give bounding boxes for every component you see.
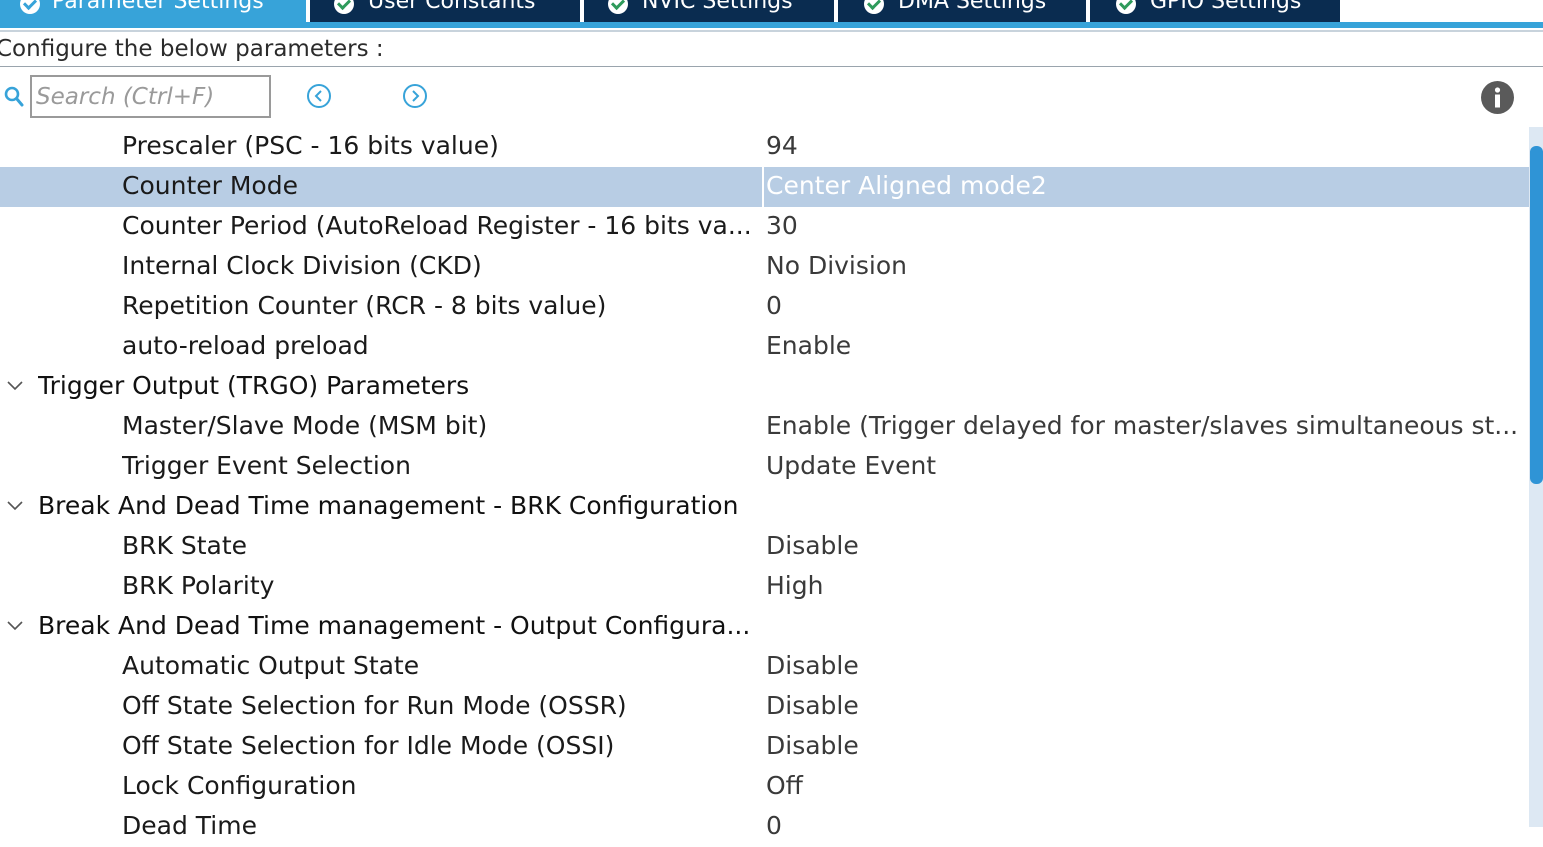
tab-dma-settings[interactable]: DMA Settings (838, 0, 1086, 22)
parameter-row[interactable]: Master/Slave Mode (MSM bit) Enable (Trigg… (0, 407, 1529, 447)
parameter-name: Off State Selection for Run Mode (OSSR) (122, 691, 627, 720)
parameter-name: BRK State (122, 531, 248, 560)
parameter-name: Counter Mode (122, 171, 298, 200)
check-circle-icon (334, 0, 354, 14)
tab-strip: Parameter Settings User Constants NVIC S… (0, 0, 1543, 22)
header-divider (0, 66, 1543, 67)
chevron-left-circle-icon (314, 90, 322, 102)
search-field[interactable] (30, 75, 271, 118)
parameter-value[interactable]: Off (766, 767, 1526, 807)
parameter-row[interactable]: auto-reload preload Enable (0, 327, 1529, 367)
tab-nvic-settings[interactable]: NVIC Settings (584, 0, 834, 22)
tab-label: Parameter Settings (52, 0, 264, 14)
group-label: Break And Dead Time management - BRK Con… (38, 491, 739, 520)
tab-gpio-settings[interactable]: GPIO Settings (1090, 0, 1340, 22)
tab-label: GPIO Settings (1150, 0, 1302, 14)
group-row[interactable]: Trigger Output (TRGO) Parameters (0, 367, 1529, 407)
parameter-value[interactable]: No Division (766, 247, 1526, 287)
info-icon[interactable] (1481, 81, 1514, 114)
parameter-value[interactable]: Disable (766, 727, 1526, 767)
parameter-value[interactable]: Enable (Trigger delayed for master/slave… (766, 407, 1526, 447)
tab-label: NVIC Settings (642, 0, 793, 14)
parameter-value[interactable]: 94 (766, 127, 1526, 167)
check-circle-icon (20, 0, 40, 14)
parameter-name: Trigger Event Selection (122, 451, 411, 480)
group-row[interactable]: Break And Dead Time management - Output … (0, 607, 1529, 647)
search-icon[interactable] (4, 86, 24, 108)
tab-label: DMA Settings (898, 0, 1047, 14)
parameter-name: BRK Polarity (122, 571, 275, 600)
parameter-row[interactable]: BRK Polarity High (0, 567, 1529, 607)
tab-underline (0, 22, 1543, 28)
group-row[interactable]: Break And Dead Time management - BRK Con… (0, 487, 1529, 527)
parameter-value[interactable]: Disable (766, 527, 1526, 567)
parameter-row[interactable]: Off State Selection for Run Mode (OSSR) D… (0, 687, 1529, 727)
parameter-value[interactable]: Center Aligned mode2 (766, 167, 1526, 207)
check-circle-icon (864, 0, 884, 14)
parameter-row[interactable]: Lock Configuration Off (0, 767, 1529, 807)
parameter-row[interactable]: Prescaler (PSC - 16 bits value) 94 (0, 127, 1529, 167)
chevron-down-icon[interactable] (6, 619, 24, 633)
chevron-down-icon[interactable] (6, 379, 24, 393)
parameter-name: auto-reload preload (122, 331, 369, 360)
parameter-value[interactable]: Update Event (766, 447, 1526, 487)
next-match-button[interactable] (403, 84, 427, 108)
parameter-value[interactable]: Disable (766, 687, 1526, 727)
chevron-right-circle-icon (412, 90, 420, 102)
parameter-row[interactable]: BRK State Disable (0, 527, 1529, 567)
parameter-name: Repetition Counter (RCR - 8 bits value) (122, 291, 607, 320)
tab-parameter-settings[interactable]: Parameter Settings (0, 0, 306, 22)
parameter-row[interactable]: Internal Clock Division (CKD) No Division (0, 247, 1529, 287)
parameter-row[interactable]: Automatic Output State Disable (0, 647, 1529, 687)
check-circle-icon (1116, 0, 1136, 14)
parameter-row[interactable]: Dead Time 0 (0, 807, 1529, 847)
parameter-name: Counter Period (AutoReload Register - 16… (122, 211, 752, 240)
scrollbar-thumb[interactable] (1530, 146, 1543, 484)
parameter-name: Master/Slave Mode (MSM bit) (122, 411, 488, 440)
configure-label: Configure the below parameters : (0, 36, 384, 62)
parameter-row[interactable]: Repetition Counter (RCR - 8 bits value) 0 (0, 287, 1529, 327)
check-circle-icon (608, 0, 628, 14)
parameter-row[interactable]: Counter Period (AutoReload Register - 16… (0, 207, 1529, 247)
group-label: Break And Dead Time management - Output … (38, 611, 751, 640)
parameter-name: Automatic Output State (122, 651, 420, 680)
parameter-row[interactable]: Counter Mode Center Aligned mode2 (0, 167, 1529, 207)
tab-label: User Constants (368, 0, 536, 14)
parameter-name: Internal Clock Division (CKD) (122, 251, 482, 280)
parameter-value[interactable]: High (766, 567, 1526, 607)
parameter-value[interactable]: Disable (766, 647, 1526, 687)
tab-divider (0, 30, 1543, 32)
parameter-table: Prescaler (PSC - 16 bits value) 94 Counter… (0, 127, 1529, 847)
parameter-name: Prescaler (PSC - 16 bits value) (122, 131, 499, 160)
parameter-row[interactable]: Off State Selection for Idle Mode (OSSI)… (0, 727, 1529, 767)
search-input[interactable] (32, 77, 264, 116)
parameter-value[interactable]: 0 (766, 287, 1526, 327)
parameter-name: Lock Configuration (122, 771, 357, 800)
parameter-value[interactable]: Enable (766, 327, 1526, 367)
group-label: Trigger Output (TRGO) Parameters (38, 371, 470, 400)
parameter-name: Off State Selection for Idle Mode (OSSI) (122, 731, 615, 760)
parameter-value[interactable]: 0 (766, 807, 1526, 847)
column-divider (762, 167, 764, 207)
parameter-row[interactable]: Trigger Event Selection Update Event (0, 447, 1529, 487)
parameter-name: Dead Time (122, 811, 257, 840)
tab-user-constants[interactable]: User Constants (310, 0, 580, 22)
previous-match-button[interactable] (307, 84, 331, 108)
chevron-down-icon[interactable] (6, 499, 24, 513)
parameter-value[interactable]: 30 (766, 207, 1526, 247)
